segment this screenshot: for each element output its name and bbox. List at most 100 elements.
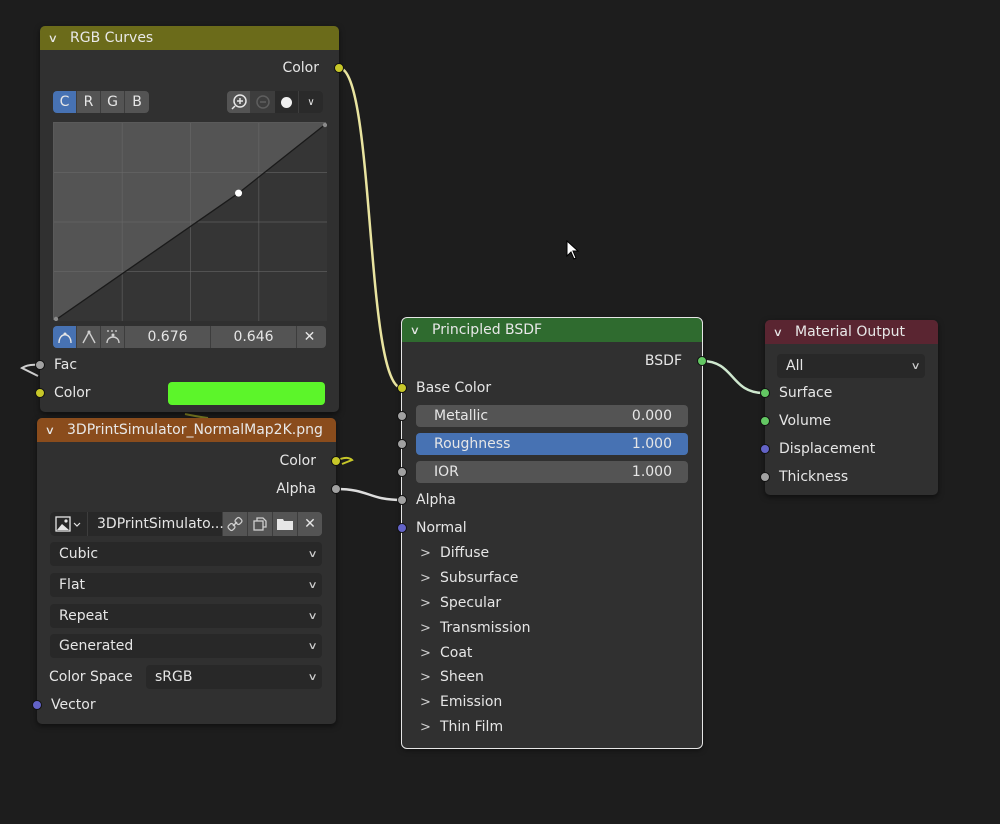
link-bsdf-to-surface (701, 359, 765, 395)
point-y-field[interactable]: 0.646 (211, 326, 297, 348)
ior-field[interactable]: IOR 1.000 (416, 461, 688, 483)
panel-emission[interactable]: > Emission (420, 692, 502, 712)
bsdf-output-label: BSDF (644, 353, 682, 369)
close-icon[interactable]: ✕ (297, 326, 322, 348)
chevron-down-icon[interactable]: ∨ (299, 91, 323, 113)
close-icon[interactable]: ✕ (298, 512, 322, 536)
vector-row: Vector (51, 695, 96, 715)
normal-socket[interactable] (397, 523, 407, 533)
collapse-chevron-icon[interactable]: ∨ (773, 326, 794, 339)
principled-bsdf-node[interactable]: ∨ Principled BSDF BSDF Base Color Metall… (397, 317, 707, 749)
output-color-socket[interactable] (334, 63, 344, 73)
output-alpha-row: Alpha (276, 479, 316, 499)
vector-handle-icon[interactable] (77, 326, 101, 348)
panel-coat[interactable]: > Coat (420, 643, 472, 663)
vector-socket[interactable] (32, 700, 42, 710)
bsdf-output-socket[interactable] (697, 356, 707, 366)
duplicate-icon[interactable] (248, 512, 273, 536)
material-output-node[interactable]: ∨ Material Output All ∨ Surface Volume Di… (760, 320, 938, 495)
metallic-socket[interactable] (397, 411, 407, 421)
volume-row: Volume (779, 411, 831, 431)
source-dropdown[interactable]: Generated ∨ (50, 634, 322, 658)
volume-socket[interactable] (760, 416, 770, 426)
thickness-row: Thickness (779, 467, 848, 487)
folder-icon[interactable] (273, 512, 298, 536)
color-swatch[interactable] (168, 382, 325, 405)
displacement-socket[interactable] (760, 444, 770, 454)
chevron-down-icon: ∨ (910, 360, 921, 372)
color-space-dropdown[interactable]: sRGB ∨ (146, 665, 322, 689)
principled-bsdf-header[interactable]: ∨ Principled BSDF (402, 318, 702, 342)
rgb-curves-node[interactable]: ∨ RGB Curves Color C R G B ∨ 0.676 0.646… (35, 26, 344, 412)
roughness-field[interactable]: Roughness 1.000 (416, 433, 688, 455)
color-space-row: Color Space (49, 667, 133, 687)
base-color-label: Base Color (416, 380, 492, 396)
curve-graph[interactable] (53, 122, 328, 322)
chevron-right-icon: > (420, 719, 431, 735)
image-texture-header[interactable]: ∨ 3DPrintSimulator_NormalMap2K.png (37, 418, 336, 442)
ior-socket[interactable] (397, 467, 407, 477)
volume-label: Volume (779, 413, 832, 429)
output-alpha-socket[interactable] (331, 484, 341, 494)
panel-diffuse[interactable]: > Diffuse (420, 543, 489, 563)
zoom-out-icon[interactable] (251, 91, 275, 113)
base-color-socket[interactable] (397, 383, 407, 393)
output-color-socket[interactable] (331, 456, 341, 466)
image-name-field[interactable]: 3DPrintSimulato... (88, 512, 224, 536)
curve-plot[interactable] (53, 122, 328, 322)
material-output-header[interactable]: ∨ Material Output (765, 320, 938, 344)
fac-label: Fac (54, 357, 78, 373)
mouse-cursor-icon (566, 240, 580, 260)
panel-subsurface[interactable]: > Subsurface (420, 568, 518, 588)
panel-sheen[interactable]: > Sheen (420, 667, 484, 687)
fac-socket[interactable] (35, 360, 45, 370)
channel-g-button[interactable]: G (101, 91, 125, 113)
node-title: Principled BSDF (432, 322, 543, 338)
roughness-label: Roughness (434, 436, 511, 452)
channel-b-button[interactable]: B (125, 91, 149, 113)
color-input-socket[interactable] (35, 388, 45, 398)
zoom-in-icon[interactable] (227, 91, 251, 113)
collapse-chevron-icon[interactable]: ∨ (410, 324, 431, 337)
link-icon[interactable] (223, 512, 248, 536)
metallic-field[interactable]: Metallic 0.000 (416, 405, 688, 427)
panel-label: Coat (440, 645, 473, 661)
thickness-label: Thickness (779, 469, 849, 485)
roughness-socket[interactable] (397, 439, 407, 449)
metallic-value: 0.000 (631, 408, 672, 424)
image-browse-icon[interactable] (50, 512, 88, 536)
curve-point[interactable] (235, 189, 243, 197)
auto-handle-icon[interactable] (53, 326, 77, 348)
clipping-icon[interactable] (275, 91, 299, 113)
channel-c-button[interactable]: C (53, 91, 77, 113)
point-x-field[interactable]: 0.676 (125, 326, 211, 348)
collapse-chevron-icon[interactable]: ∨ (45, 424, 66, 437)
panel-transmission[interactable]: > Transmission (420, 618, 530, 638)
target-value: All (786, 358, 804, 374)
interpolation-dropdown[interactable]: Cubic ∨ (50, 542, 322, 566)
link-alpha-to-alpha (335, 487, 403, 502)
color-input-label: Color (54, 385, 91, 401)
output-color-label: Color (282, 60, 319, 76)
image-texture-node[interactable]: ∨ 3DPrintSimulator_NormalMap2K.png Color… (32, 418, 341, 724)
auto-clamped-handle-icon[interactable] (101, 326, 125, 348)
output-alpha-label: Alpha (276, 481, 316, 497)
alpha-socket[interactable] (397, 495, 407, 505)
surface-row: Surface (779, 383, 832, 403)
link-curves-to-base-color (338, 66, 403, 390)
surface-socket[interactable] (760, 388, 770, 398)
curve-tools: ∨ (227, 91, 323, 113)
chevron-down-icon: ∨ (307, 548, 318, 560)
panel-thin-film[interactable]: > Thin Film (420, 717, 503, 737)
panel-label: Subsurface (440, 570, 519, 586)
node-editor-canvas[interactable]: ∨ RGB Curves Color C R G B ∨ 0.676 0.646… (0, 0, 1000, 824)
projection-dropdown[interactable]: Flat ∨ (50, 573, 322, 597)
panel-specular[interactable]: > Specular (420, 593, 501, 613)
channel-r-button[interactable]: R (77, 91, 101, 113)
collapse-chevron-icon[interactable]: ∨ (48, 32, 69, 45)
thickness-socket[interactable] (760, 472, 770, 482)
alpha-label: Alpha (416, 492, 456, 508)
extension-dropdown[interactable]: Repeat ∨ (50, 604, 322, 628)
target-dropdown[interactable]: All ∨ (777, 354, 925, 378)
rgb-curves-header[interactable]: ∨ RGB Curves (40, 26, 339, 50)
